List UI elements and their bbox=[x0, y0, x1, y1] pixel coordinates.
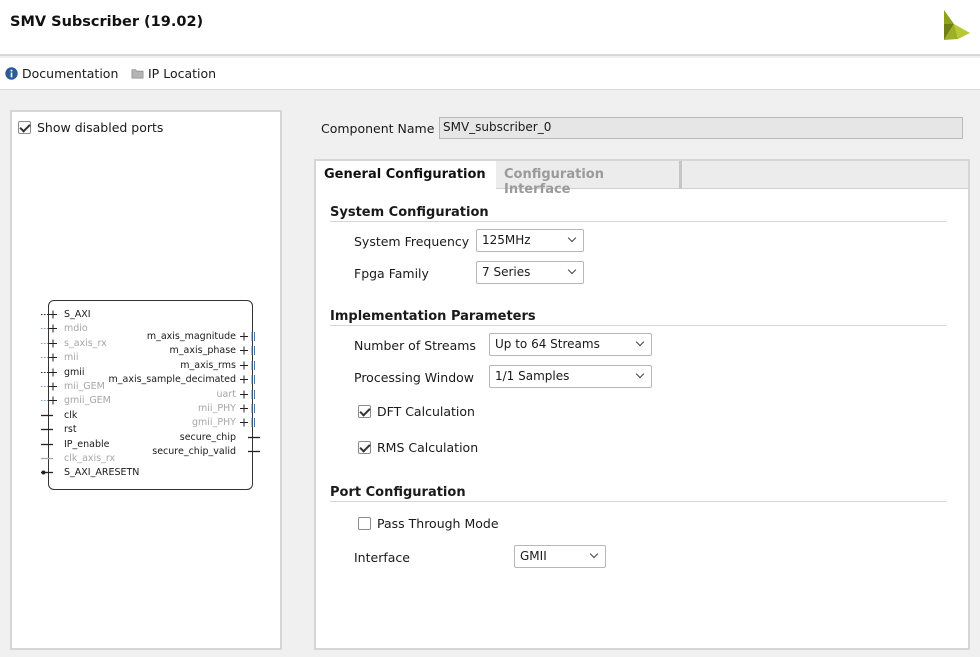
dft-calculation-label: DFT Calculation bbox=[377, 404, 475, 419]
block-input-port: s_axis_rx bbox=[64, 337, 107, 349]
port-pin-icon bbox=[240, 332, 255, 341]
xilinx-logo-icon bbox=[944, 10, 970, 40]
tab-bar: General Configuration Configuration Inte… bbox=[316, 161, 968, 197]
port-pin-icon bbox=[240, 346, 255, 356]
port-configuration-heading: Port Configuration bbox=[330, 485, 946, 502]
component-name-field[interactable]: SMV_subscriber_0 bbox=[439, 117, 963, 139]
rms-calculation-label: RMS Calculation bbox=[377, 440, 479, 455]
port-pin-icon bbox=[41, 353, 57, 362]
block-input-port: clk bbox=[64, 409, 78, 421]
number-of-streams-label: Number of Streams bbox=[354, 338, 476, 353]
chevron-down-icon bbox=[567, 233, 577, 243]
chevron-down-icon bbox=[589, 549, 599, 559]
fpga-family-select[interactable]: 7 Series bbox=[476, 261, 584, 284]
fpga-family-label: Fpga Family bbox=[354, 266, 429, 281]
chevron-down-icon bbox=[635, 337, 645, 347]
system-frequency-value: 125MHz bbox=[482, 233, 531, 247]
interface-select[interactable]: GMII bbox=[514, 545, 606, 568]
port-pin-icon bbox=[248, 451, 260, 453]
block-input-port: mii_GEM bbox=[64, 381, 105, 392]
chevron-down-icon bbox=[567, 265, 577, 275]
ip-block-symbol: S_AXImdio s_axis_rxmii gmii mii_GEM gmii_GEM… bbox=[41, 300, 260, 490]
system-frequency-select[interactable]: 125MHz bbox=[476, 229, 584, 252]
system-configuration-heading: System Configuration bbox=[330, 205, 946, 222]
number-of-streams-select[interactable]: Up to 64 Streams bbox=[489, 333, 652, 356]
port-pin-icon bbox=[41, 470, 53, 475]
block-output-port: m_axis_magnitude bbox=[146, 331, 236, 342]
block-input-port: S_AXI bbox=[64, 309, 91, 320]
port-pin-icon bbox=[240, 360, 255, 370]
checkbox-icon[interactable] bbox=[18, 121, 31, 134]
port-pin-icon bbox=[240, 418, 255, 428]
block-input-port: mdio bbox=[64, 323, 88, 335]
block-input-port: gmii bbox=[64, 366, 85, 378]
tab-configuration-interface[interactable]: Configuration Interface bbox=[496, 161, 682, 197]
port-pin-icon bbox=[41, 339, 57, 348]
checkbox-icon[interactable] bbox=[358, 441, 371, 454]
block-output-port: secure_chip_valid bbox=[152, 446, 236, 458]
port-pin-icon bbox=[240, 389, 255, 399]
documentation-button[interactable]: Documentation bbox=[5, 66, 118, 81]
checkbox-icon[interactable] bbox=[358, 517, 371, 530]
block-output-port: secure_chip bbox=[179, 431, 236, 443]
port-pin-icon bbox=[41, 457, 53, 460]
show-disabled-ports-label: Show disabled ports bbox=[37, 120, 164, 135]
port-pin-icon bbox=[41, 429, 53, 431]
number-of-streams-value: Up to 64 Streams bbox=[495, 337, 600, 351]
documentation-label: Documentation bbox=[22, 66, 119, 81]
component-name-label: Component Name bbox=[321, 121, 435, 136]
block-output-port: m_axis_rms bbox=[180, 359, 236, 371]
block-output-port: mii_PHY bbox=[198, 403, 236, 414]
symbol-panel: Show disabled ports S_AXImdio s_axis_rxmi… bbox=[10, 110, 282, 650]
system-frequency-label: System Frequency bbox=[354, 234, 470, 249]
pass-through-mode-checkbox[interactable]: Pass Through Mode bbox=[358, 516, 499, 531]
interface-label: Interface bbox=[354, 550, 410, 565]
port-pin-icon bbox=[41, 443, 53, 445]
block-input-port: rst bbox=[64, 424, 77, 436]
info-icon bbox=[5, 67, 18, 80]
checkbox-icon[interactable] bbox=[358, 405, 371, 418]
ip-location-button[interactable]: IP Location bbox=[131, 66, 216, 81]
block-input-port: IP_enable bbox=[64, 438, 110, 450]
port-pin-icon bbox=[41, 368, 57, 377]
header: SMV Subscriber (19.02) bbox=[0, 0, 980, 56]
pass-through-mode-label: Pass Through Mode bbox=[377, 516, 499, 531]
dft-calculation-checkbox[interactable]: DFT Calculation bbox=[358, 404, 475, 419]
port-pin-icon bbox=[41, 414, 53, 416]
tab-general-configuration[interactable]: General Configuration bbox=[316, 161, 496, 189]
block-input-port: S_AXI_ARESETN bbox=[64, 467, 140, 479]
block-output-port: uart bbox=[216, 388, 236, 400]
port-pin-icon bbox=[41, 382, 57, 391]
port-pin-icon bbox=[41, 396, 57, 405]
block-output-port: m_axis_phase bbox=[169, 345, 236, 357]
port-pin-icon bbox=[240, 375, 255, 385]
processing-window-select[interactable]: 1/1 Samples bbox=[489, 365, 652, 388]
rms-calculation-checkbox[interactable]: RMS Calculation bbox=[358, 440, 478, 455]
window-title: SMV Subscriber (19.02) bbox=[10, 14, 204, 30]
block-input-port: gmii_GEM bbox=[64, 395, 111, 407]
processing-window-value: 1/1 Samples bbox=[495, 369, 570, 383]
block-input-port: clk_axis_rx bbox=[64, 453, 116, 464]
port-pin-icon bbox=[240, 404, 255, 413]
fpga-family-value: 7 Series bbox=[482, 265, 531, 279]
show-disabled-ports-checkbox[interactable]: Show disabled ports bbox=[18, 120, 163, 135]
folder-icon bbox=[131, 69, 144, 79]
block-output-port: m_axis_sample_decimated bbox=[108, 374, 237, 386]
interface-value: GMII bbox=[520, 549, 547, 563]
block-input-port: mii bbox=[64, 352, 79, 364]
port-pin-icon bbox=[41, 310, 57, 319]
configuration-panel: General Configuration Configuration Inte… bbox=[314, 159, 970, 650]
port-pin-icon bbox=[41, 324, 57, 333]
port-pin-icon bbox=[248, 436, 260, 438]
block-output-port: gmii_PHY bbox=[192, 417, 236, 429]
chevron-down-icon bbox=[635, 369, 645, 379]
implementation-parameters-heading: Implementation Parameters bbox=[330, 309, 946, 326]
ip-location-label: IP Location bbox=[148, 66, 217, 81]
processing-window-label: Processing Window bbox=[354, 370, 475, 385]
toolbar: Documentation IP Location bbox=[0, 58, 980, 90]
